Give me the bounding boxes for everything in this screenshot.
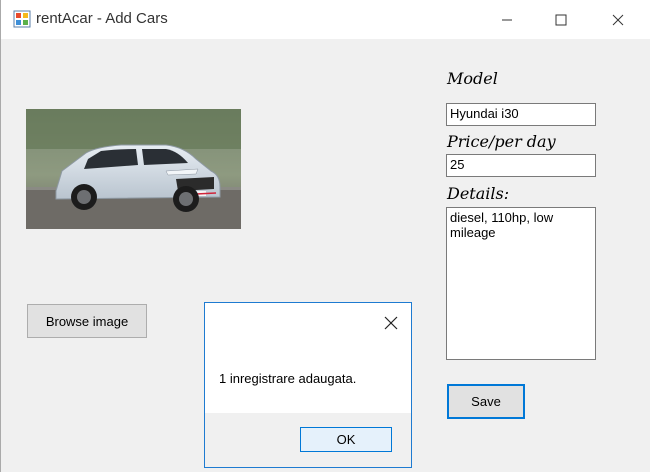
maximize-icon — [555, 14, 567, 25]
title-bar: rentAcar - Add Cars — [1, 0, 650, 39]
car-photo — [26, 109, 241, 229]
price-input[interactable]: 25 — [446, 154, 596, 177]
close-icon[interactable] — [383, 315, 399, 331]
price-label: Price/per day — [447, 132, 556, 151]
close-button[interactable] — [591, 0, 645, 39]
minimize-icon — [502, 19, 512, 20]
details-textarea[interactable]: diesel, 110hp, low mileage — [446, 207, 596, 360]
model-label: Model — [447, 69, 498, 88]
minimize-button[interactable] — [480, 0, 534, 39]
message-text: 1 inregistrare adaugata. — [219, 371, 357, 386]
ok-button[interactable]: OK — [300, 427, 392, 452]
model-input[interactable]: Hyundai i30 — [446, 103, 596, 126]
browse-image-button[interactable]: Browse image — [27, 304, 147, 338]
app-icon — [13, 10, 31, 28]
message-box: 1 inregistrare adaugata. OK — [204, 302, 412, 468]
window-title: rentAcar - Add Cars — [36, 10, 168, 27]
save-button[interactable]: Save — [447, 384, 525, 419]
main-window: rentAcar - Add Cars Model Hyundai i30 Pr… — [0, 0, 650, 472]
close-icon — [612, 14, 624, 25]
maximize-button[interactable] — [534, 0, 588, 39]
details-label: Details: — [447, 184, 510, 203]
message-footer: OK — [205, 413, 411, 467]
